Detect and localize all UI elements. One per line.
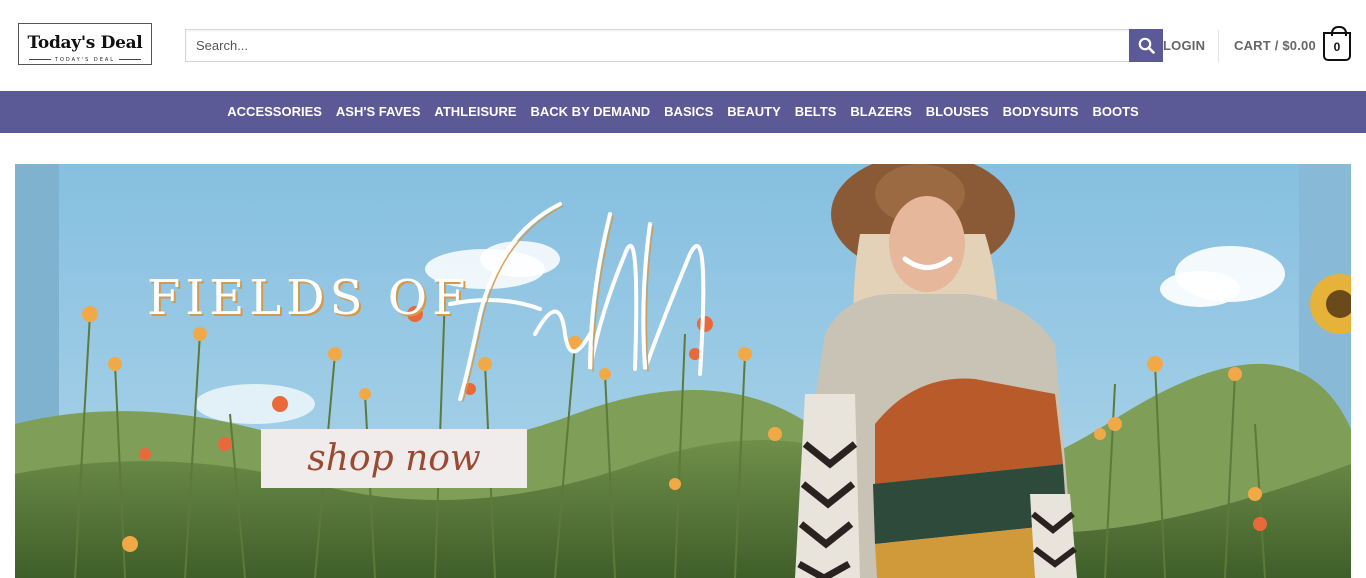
hero-script-word — [448, 202, 706, 402]
cart-bag-icon[interactable]: 0 — [1323, 26, 1351, 61]
site-header: Today's Deal TODAY'S DEAL LOGIN CART / $… — [0, 0, 1366, 91]
search-input[interactable] — [186, 30, 1129, 61]
nav-item-bodysuits[interactable]: BODYSUITS — [996, 104, 1086, 120]
nav-item-accessories[interactable]: ACCESSORIES — [220, 104, 329, 120]
nav-item-belts[interactable]: BELTS — [788, 104, 844, 120]
hero-banner[interactable]: FIELDS OF shop now — [15, 164, 1351, 578]
cart-link[interactable]: CART / $0.00 — [1234, 38, 1316, 54]
nav-item-boots[interactable]: BOOTS — [1085, 104, 1145, 120]
header-divider — [1218, 30, 1219, 62]
site-logo[interactable]: Today's Deal TODAY'S DEAL — [18, 23, 152, 65]
hero-heading: FIELDS OF — [147, 270, 471, 326]
shop-now-button[interactable]: shop now — [261, 429, 527, 488]
login-link[interactable]: LOGIN — [1163, 38, 1205, 54]
search-icon — [1138, 37, 1155, 54]
nav-item-blouses[interactable]: BLOUSES — [919, 104, 996, 120]
logo-subtitle: TODAY'S DEAL — [19, 57, 151, 63]
logo-title: Today's Deal — [27, 33, 143, 53]
cart-count: 0 — [1333, 39, 1341, 54]
search-box — [185, 29, 1130, 62]
search-button[interactable] — [1129, 29, 1163, 62]
nav-item-basics[interactable]: BASICS — [657, 104, 720, 120]
nav-item-ashs-faves[interactable]: ASH'S FAVES — [329, 104, 427, 120]
category-nav: ACCESSORIES ASH'S FAVES ATHLEISURE BACK … — [0, 91, 1366, 133]
nav-item-back-by-demand[interactable]: BACK BY DEMAND — [524, 104, 658, 120]
nav-item-blazers[interactable]: BLAZERS — [843, 104, 918, 120]
nav-item-athleisure[interactable]: ATHLEISURE — [427, 104, 523, 120]
nav-item-beauty[interactable]: BEAUTY — [720, 104, 787, 120]
